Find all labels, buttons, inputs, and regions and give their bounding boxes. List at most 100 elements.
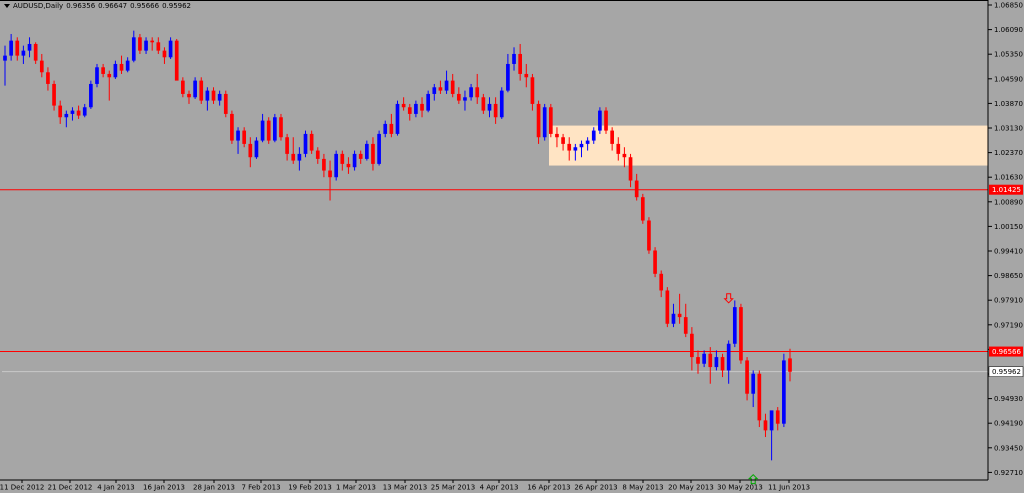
candle bbox=[377, 130, 381, 166]
candle-body bbox=[144, 40, 148, 51]
candle bbox=[223, 90, 228, 118]
candle-body bbox=[616, 143, 621, 154]
candle-body bbox=[340, 153, 345, 164]
x-tick-label: 21 Dec 2012 bbox=[48, 484, 93, 492]
candle-body bbox=[450, 80, 455, 94]
candle-body bbox=[567, 143, 572, 151]
candle-body bbox=[9, 40, 13, 56]
candle bbox=[548, 103, 553, 138]
candle-body bbox=[757, 373, 762, 421]
y-tick-label: 1.06850 bbox=[994, 2, 1023, 10]
candle-body bbox=[346, 163, 351, 168]
candle-body bbox=[561, 137, 565, 144]
candle-body bbox=[690, 333, 694, 358]
candle-body bbox=[125, 60, 130, 71]
chart-header: AUDUSD,Daily 0.96356 0.96647 0.95666 0.95962 bbox=[4, 2, 194, 10]
candle bbox=[665, 287, 670, 328]
candle bbox=[309, 130, 314, 154]
candle-body bbox=[64, 113, 69, 118]
candle-body bbox=[671, 313, 676, 324]
candle bbox=[279, 113, 283, 141]
level-price-label: 0.96566 bbox=[992, 348, 1021, 356]
candle-body bbox=[481, 97, 486, 111]
candle-body bbox=[309, 133, 314, 151]
candle-body bbox=[769, 410, 774, 431]
y-tick-label: 0.97190 bbox=[994, 321, 1023, 329]
candle-body bbox=[702, 353, 706, 364]
candle-body bbox=[33, 43, 38, 61]
candle-body bbox=[242, 130, 247, 144]
candle-body bbox=[542, 107, 547, 138]
candle bbox=[230, 110, 234, 144]
candle-body bbox=[708, 353, 713, 368]
candle-body bbox=[95, 67, 99, 84]
candle-body bbox=[745, 360, 749, 394]
candle-body bbox=[131, 37, 136, 61]
candle-body bbox=[334, 153, 339, 178]
candle-body bbox=[291, 153, 296, 161]
candle bbox=[95, 63, 99, 88]
candle-body bbox=[444, 80, 449, 91]
open-value: 0.96356 bbox=[66, 2, 96, 10]
candle-body bbox=[591, 130, 596, 141]
candle-body bbox=[156, 42, 161, 51]
y-tick-label: 0.92710 bbox=[994, 469, 1023, 477]
candle-body bbox=[788, 358, 792, 372]
candle-body bbox=[696, 357, 700, 364]
candle-body bbox=[199, 80, 204, 101]
candle-body bbox=[610, 130, 614, 144]
candle-body bbox=[39, 60, 44, 73]
x-tick-label: 16 Jan 2013 bbox=[143, 484, 185, 492]
y-tick-label: 1.05350 bbox=[994, 51, 1023, 59]
candle bbox=[303, 130, 308, 158]
candle-body bbox=[181, 80, 185, 94]
dropdown-triangle-icon[interactable] bbox=[4, 4, 10, 8]
x-tick-label: 11 Dec 2012 bbox=[0, 484, 44, 492]
candle-body bbox=[763, 420, 768, 431]
y-tick-label: 0.94190 bbox=[994, 420, 1023, 428]
y-tick-label: 1.04590 bbox=[994, 75, 1023, 83]
x-tick-label: 4 Jan 2013 bbox=[97, 484, 135, 492]
candle bbox=[266, 117, 271, 144]
candle-body bbox=[101, 67, 105, 74]
candle bbox=[542, 103, 547, 141]
candle-body bbox=[113, 63, 118, 78]
candle-body bbox=[27, 43, 32, 51]
level-price-label: 1.01425 bbox=[992, 186, 1021, 194]
candle-body bbox=[530, 77, 535, 104]
candle-body bbox=[647, 220, 651, 251]
candle-body bbox=[230, 113, 234, 141]
candle-body bbox=[389, 123, 394, 134]
y-tick-label: 1.02370 bbox=[994, 149, 1023, 157]
supply-zone[interactable] bbox=[549, 125, 988, 166]
candle bbox=[640, 193, 645, 224]
candle-body bbox=[322, 158, 326, 171]
y-tick-label: 1.00890 bbox=[994, 198, 1023, 206]
candle-body bbox=[585, 140, 590, 144]
candle-body bbox=[653, 250, 657, 274]
x-tick-label: 20 May 2013 bbox=[668, 484, 714, 492]
candle-body bbox=[254, 140, 259, 158]
candle-body bbox=[401, 103, 406, 108]
candle-body bbox=[726, 343, 731, 371]
candle-body bbox=[555, 133, 559, 138]
candle-body bbox=[3, 55, 7, 61]
candle-body bbox=[604, 110, 608, 131]
price-chart[interactable]: 1.06850 1.06090 1.05350 1.04590 1.03870 1.031… bbox=[0, 0, 1024, 493]
candle-body bbox=[518, 53, 522, 74]
candle-body bbox=[236, 130, 240, 141]
candle-body bbox=[174, 40, 179, 81]
candle bbox=[653, 247, 657, 278]
candle-body bbox=[634, 180, 639, 198]
candle bbox=[598, 107, 602, 134]
candle-body bbox=[751, 373, 756, 394]
chart-window[interactable]: 1.06850 1.06090 1.05350 1.04590 1.03870 1.031… bbox=[0, 0, 1024, 493]
candle-body bbox=[223, 93, 228, 114]
candle bbox=[782, 353, 786, 428]
candle-body bbox=[548, 107, 553, 134]
candle bbox=[757, 370, 762, 428]
candle-body bbox=[512, 53, 516, 64]
candle-body bbox=[358, 153, 363, 159]
y-tick-label: 0.97910 bbox=[994, 297, 1023, 305]
candle bbox=[89, 80, 93, 109]
